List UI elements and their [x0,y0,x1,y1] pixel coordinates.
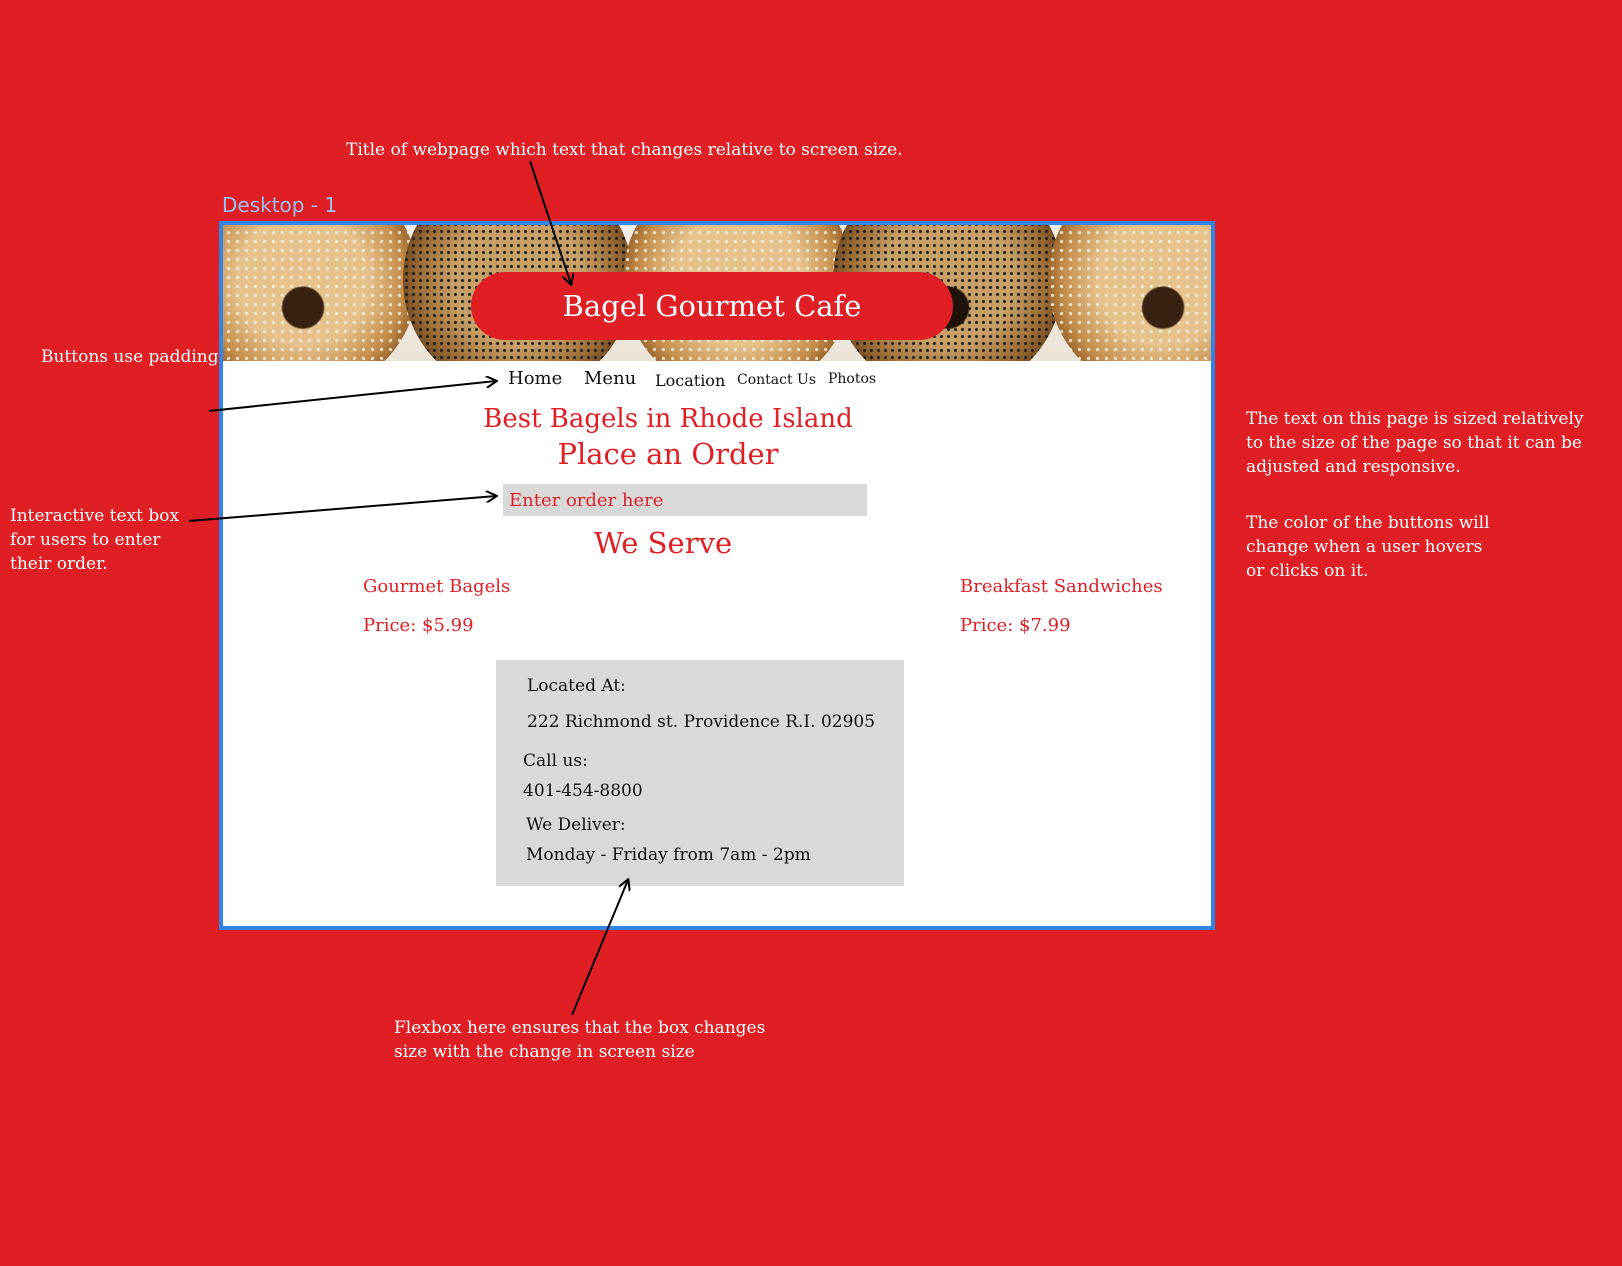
annotation-title-note: Title of webpage which text that changes… [346,140,903,160]
annotation-buttons-note: Buttons use padding in order to maintain… [41,347,219,367]
nav-photos[interactable]: Photos [828,371,876,387]
desktop-frame: Bagel Gourmet Cafe Home Menu Location Co… [219,221,1215,930]
order-input[interactable] [503,484,867,516]
menu-item-name: Breakfast Sandwiches [960,576,1163,597]
nav-menu[interactable]: Menu [584,368,636,389]
bagel-image [223,225,418,361]
delivery-hours: Monday - Friday from 7am - 2pm [526,845,811,865]
frame-label: Desktop - 1 [222,193,338,217]
serve-heading: We Serve [593,526,733,560]
bagel-image [1048,225,1211,361]
site-title: Bagel Gourmet Cafe [471,272,953,340]
call-label: Call us: [523,751,588,771]
annotation-hover-note: The color of the buttons will change whe… [1246,513,1490,581]
hero-banner: Bagel Gourmet Cafe [223,225,1211,361]
menu-item-price: Price: $7.99 [960,615,1071,636]
nav-home[interactable]: Home [508,368,562,389]
main-nav: Home Menu Location Contact Us Photos [223,368,1211,398]
deliver-label: We Deliver: [526,815,626,835]
order-heading: Place an Order [557,437,779,471]
info-box: Located At: 222 Richmond st. Providence … [496,660,904,886]
located-label: Located At: [527,676,626,696]
headline: Best Bagels in Rhode Island [483,404,853,434]
menu-item-name: Gourmet Bagels [363,576,511,597]
annotation-textbox-note: Interactive text box for users to enter … [10,506,180,574]
menu-item-price: Price: $5.99 [363,615,474,636]
annotation-flexbox-note: Flexbox here ensures that the box change… [394,1018,766,1062]
phone-number: 401-454-8800 [523,781,643,801]
annotation-text-size-note: The text on this page is sized relativel… [1246,409,1584,477]
nav-location[interactable]: Location [655,371,725,390]
address-text: 222 Richmond st. Providence R.I. 02905 [527,712,876,732]
nav-contact-us[interactable]: Contact Us [737,372,816,388]
